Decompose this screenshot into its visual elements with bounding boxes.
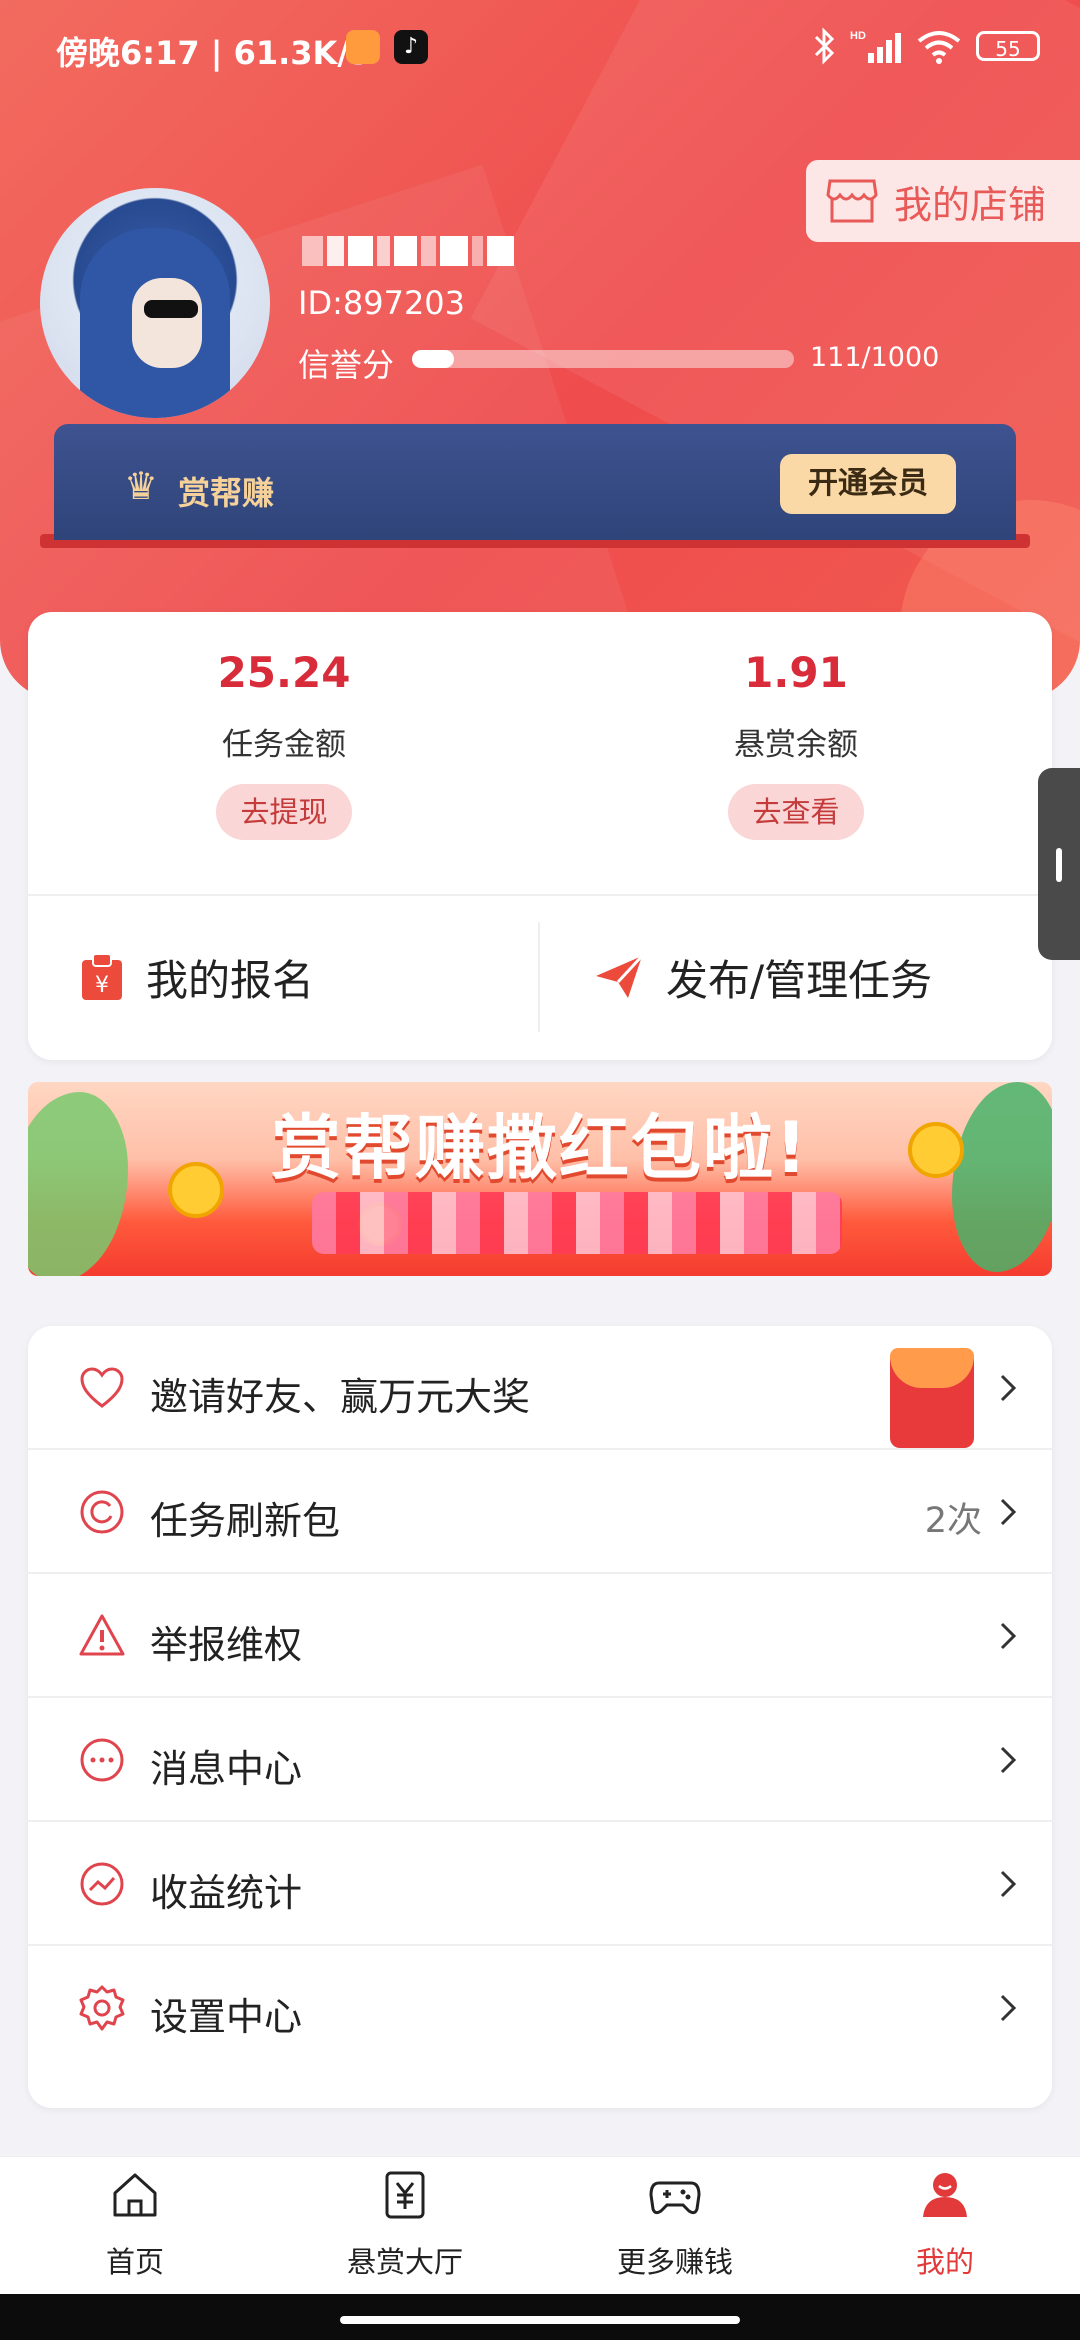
tab-earn-more[interactable]: 更多赚钱 — [540, 2157, 810, 2295]
task-amount-label: 任务金额 — [222, 727, 346, 763]
tiktok-icon: ♪ — [394, 30, 428, 64]
chevron-right-icon — [1000, 1746, 1017, 1774]
gamepad-icon — [649, 2181, 701, 2215]
tab-label: 更多赚钱 — [616, 2245, 733, 2279]
promo-banner[interactable]: 赏帮赚撒红包啦! — [28, 1082, 1052, 1276]
credit-label: 信誉分 — [298, 346, 395, 384]
reward-balance-label: 悬赏余额 — [734, 727, 858, 763]
user-icon — [923, 2173, 967, 2217]
refresh-circle-icon — [80, 1490, 124, 1534]
avatar-face — [132, 278, 202, 368]
shopping-bag-icon — [346, 30, 380, 64]
tab-label: 首页 — [105, 2245, 164, 2279]
publish-manage-label: 发布/管理任务 — [666, 955, 933, 1005]
battery-level: 55 — [995, 37, 1021, 61]
menu-item-refresh-pack[interactable]: 任务刷新包 2次 — [28, 1450, 1052, 1574]
banner-title: 赏帮赚撒红包啦! — [271, 1107, 809, 1189]
send-plane-icon — [596, 954, 644, 998]
chevron-right-icon — [1000, 1870, 1017, 1898]
menu-item-label: 任务刷新包 — [150, 1499, 341, 1543]
tab-home[interactable]: 首页 — [0, 2157, 270, 2295]
vip-banner[interactable]: ♛ 赏帮赚 开通会员 — [54, 424, 1016, 540]
trend-chart-icon — [80, 1862, 124, 1906]
chevron-right-icon — [1000, 1994, 1017, 2022]
publish-manage-tasks-button[interactable]: 发布/管理任务 — [594, 894, 1034, 1060]
open-membership-button[interactable]: 开通会员 — [780, 454, 956, 514]
refresh-count: 2次 — [924, 1501, 982, 1541]
clipboard-yen-icon: ¥ — [82, 953, 122, 1000]
reward-balance-block: 1.91 悬赏余额 去查看 — [540, 612, 1052, 840]
menu-item-invite-friends[interactable]: 邀请好友、赢万元大奖 — [28, 1326, 1052, 1450]
my-signup-label: 我的报名 — [146, 955, 315, 1005]
settings-menu: 邀请好友、赢万元大奖 任务刷新包 2次 举报维权 消息中心 收益统计 设置中心 — [28, 1326, 1052, 2108]
crown-icon: ♛ — [124, 464, 159, 508]
signal-hd-icon: HD — [850, 30, 901, 63]
store-icon — [826, 179, 878, 223]
my-shop-label: 我的店铺 — [894, 182, 1047, 227]
bluetooth-icon — [814, 27, 835, 65]
tab-reward-hall[interactable]: 悬赏大厅 — [270, 2157, 540, 2295]
nickname-redacted — [302, 236, 514, 272]
task-amount-block: 25.24 任务金额 去提现 — [28, 612, 540, 840]
avatar-glasses — [144, 300, 198, 318]
system-icons: HD 55 — [812, 24, 1040, 68]
menu-item-earnings-stats[interactable]: 收益统计 — [28, 1822, 1052, 1946]
divider — [538, 922, 540, 1032]
red-envelope-flap — [890, 1348, 974, 1388]
avatar[interactable] — [40, 188, 270, 418]
chevron-right-icon — [1000, 1374, 1017, 1402]
menu-item-label: 收益统计 — [150, 1871, 303, 1915]
home-indicator[interactable] — [340, 2316, 740, 2324]
battery-icon: 55 — [976, 31, 1040, 61]
tab-label: 悬赏大厅 — [346, 2245, 463, 2279]
my-shop-button[interactable]: 我的店铺 — [806, 160, 1080, 242]
credit-value: 111/1000 — [810, 342, 940, 373]
menu-item-label: 消息中心 — [150, 1747, 303, 1791]
vip-title: 赏帮赚 — [178, 474, 275, 512]
tab-label: 我的 — [915, 2245, 974, 2279]
status-time: 傍晚6:17 | 61.3K/s — [56, 34, 369, 72]
home-icon — [113, 2173, 157, 2217]
banner-subtitle-redacted — [312, 1192, 842, 1254]
svg-text:¥: ¥ — [95, 973, 109, 998]
warning-triangle-icon — [79, 1614, 125, 1656]
credit-progress-fill — [412, 350, 455, 368]
user-id: ID:897203 — [298, 284, 466, 322]
chevron-right-icon — [1000, 1498, 1017, 1526]
menu-item-messages[interactable]: 消息中心 — [28, 1698, 1052, 1822]
view-balance-button[interactable]: 去查看 — [728, 784, 864, 840]
wallet-card: 25.24 任务金额 去提现 1.91 悬赏余额 去查看 ¥ 我的报名 发布/管… — [28, 612, 1052, 1060]
yen-document-icon — [385, 2171, 425, 2219]
reward-balance-value: 1.91 — [744, 648, 848, 697]
tab-mine[interactable]: 我的 — [810, 2157, 1080, 2295]
status-bar: 傍晚6:17 | 61.3K/s ♪ HD 55 — [0, 0, 1080, 96]
heart-icon — [80, 1367, 124, 1408]
handle-grip — [1056, 848, 1062, 882]
chevron-right-icon — [1000, 1622, 1017, 1650]
withdraw-button[interactable]: 去提现 — [216, 784, 352, 840]
bottom-navigation: 首页 悬赏大厅 更多赚钱 我的 — [0, 2156, 1080, 2295]
wifi-icon — [917, 31, 961, 64]
credit-progress-bar — [412, 350, 794, 368]
floating-side-handle[interactable] — [1038, 768, 1080, 960]
menu-item-label: 举报维权 — [150, 1623, 303, 1667]
task-amount-value: 25.24 — [217, 648, 351, 697]
menu-item-report[interactable]: 举报维权 — [28, 1574, 1052, 1698]
red-envelope-icon — [890, 1348, 974, 1448]
my-signup-button[interactable]: ¥ 我的报名 — [80, 894, 520, 1060]
gear-icon — [79, 1985, 125, 2031]
menu-item-settings[interactable]: 设置中心 — [28, 1946, 1052, 2070]
svg-text:HD: HD — [850, 30, 866, 42]
menu-item-label: 设置中心 — [150, 1995, 303, 2039]
menu-item-label: 邀请好友、赢万元大奖 — [150, 1375, 531, 1419]
chat-bubble-icon — [80, 1738, 124, 1782]
gesture-bar — [0, 2294, 1080, 2340]
